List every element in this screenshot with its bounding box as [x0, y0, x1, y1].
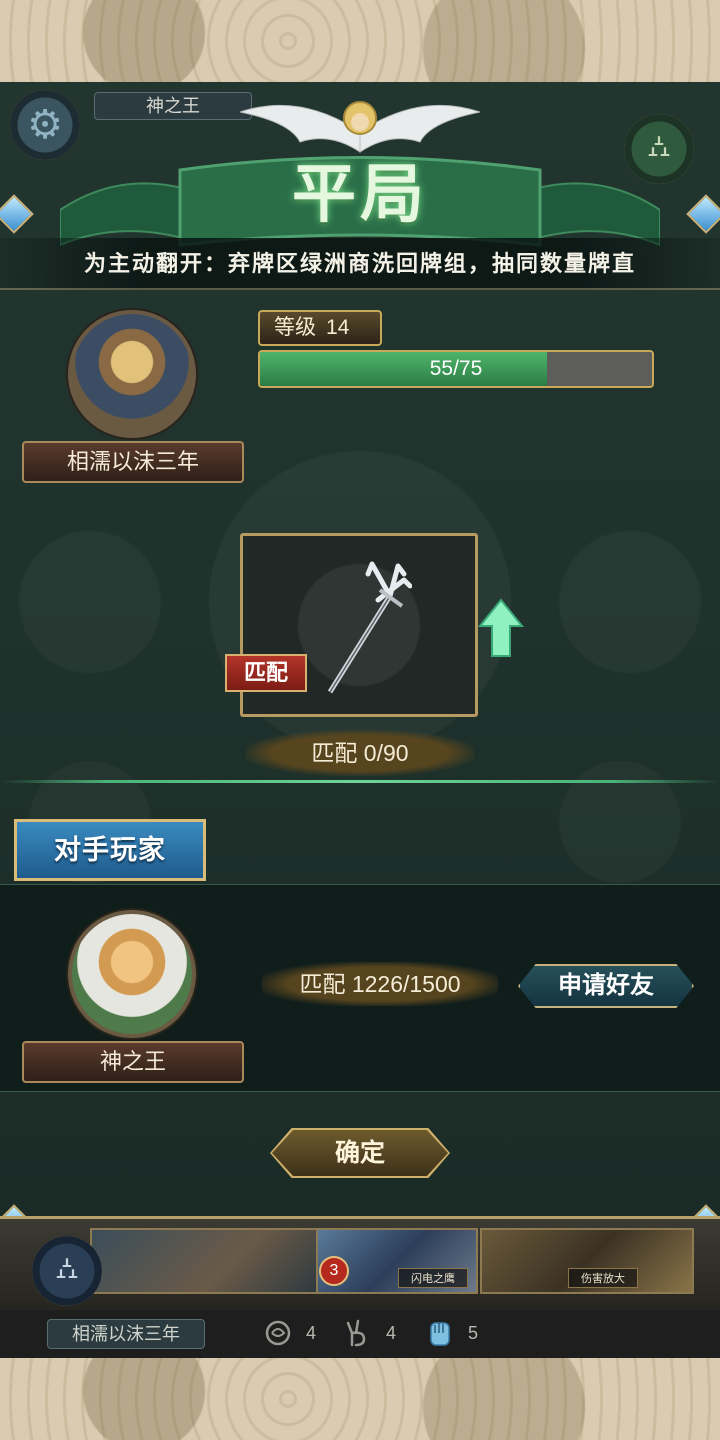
stat-hand-value: 5	[468, 1323, 479, 1343]
player-avatar	[68, 310, 196, 438]
match-tag: 匹配	[225, 654, 307, 692]
add-friend-button[interactable]: 申请好友	[518, 964, 694, 1008]
level-badge: 等级 14	[258, 310, 382, 346]
opponent-match-text: 匹配 1226/1500	[262, 962, 498, 1006]
opponent-avatar	[68, 910, 196, 1038]
up-arrow-icon	[478, 598, 524, 657]
card-caption: 伤害放大	[568, 1268, 638, 1288]
result-title: 平局	[292, 157, 428, 232]
confirm-button[interactable]: 确定	[272, 1130, 448, 1176]
open-hand-icon	[430, 1322, 450, 1346]
stat-victory-value: 4	[386, 1323, 397, 1343]
experience-bar: 55/75	[258, 350, 654, 388]
match-progress-text: 匹配 0/90	[246, 730, 474, 776]
stat-rose-value: 4	[306, 1323, 317, 1343]
parchment-top-border	[0, 0, 720, 82]
rose-icon	[265, 1320, 291, 1346]
card-effect-description: 为主动翻开：弃牌区绿洲商洗回牌组，抽同数量牌直	[0, 238, 720, 290]
stat-rose: 4	[264, 1318, 316, 1348]
player-graveyard-icon[interactable]: ⛼	[32, 1236, 102, 1306]
trident-icon	[327, 561, 412, 694]
card-caption: 闪电之鹰	[398, 1268, 468, 1288]
victory-hand-icon	[346, 1319, 366, 1347]
player-name-plate: 相濡以沫三年	[22, 441, 244, 483]
opponent-name-plate: 神之王	[22, 1041, 244, 1083]
hand-card[interactable]	[90, 1228, 318, 1294]
experience-text: 55/75	[429, 357, 483, 380]
level-value: 14	[326, 316, 350, 339]
section-divider	[0, 780, 720, 783]
status-player-name: 相濡以沫三年	[47, 1319, 205, 1349]
card-cost-badge: 3	[319, 1256, 349, 1286]
stat-victory: 4	[344, 1318, 396, 1348]
level-label: 等级	[274, 316, 316, 339]
top-opponent-name-tag: 神之王	[94, 92, 252, 120]
stat-hand: 5	[426, 1318, 478, 1348]
parchment-bottom-border	[0, 1358, 720, 1440]
opponent-section-label: 对手玩家	[14, 819, 206, 881]
